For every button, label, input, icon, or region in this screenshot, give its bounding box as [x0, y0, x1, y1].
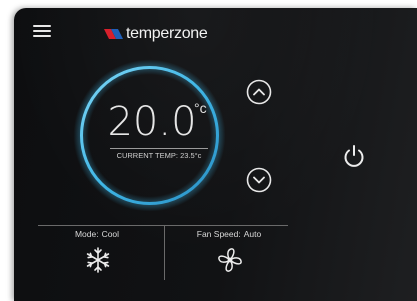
mode-label: Mode:	[74, 229, 99, 239]
current-temperature: CURRENT TEMP: 23.5°c	[98, 151, 220, 160]
chevron-down-icon	[246, 167, 272, 193]
temperature-unit: °c	[194, 100, 207, 116]
thermostat-device: temperzone 20.0 °c CURRENT TEMP: 23.5°c …	[0, 0, 417, 301]
temperzone-logo-mark	[104, 29, 123, 39]
chevron-up-icon	[246, 79, 272, 105]
increase-temperature-button[interactable]	[246, 79, 272, 105]
brand-name: temperzone	[126, 25, 208, 42]
fan-icon	[218, 248, 242, 272]
decrease-temperature-button[interactable]	[246, 167, 272, 193]
snowflake-icon	[86, 247, 110, 273]
current-temp-label: CURRENT TEMP:	[116, 151, 178, 160]
controls-divider	[38, 225, 288, 226]
fan-speed-label: Fan Speed:	[196, 229, 241, 239]
brand-logo: temperzone	[102, 24, 208, 44]
mode-value: Cool	[101, 229, 120, 239]
fan-speed-value: Auto	[243, 229, 262, 239]
mode-control[interactable]: Mode: Cool	[52, 229, 142, 281]
setpoint-temperature: 20.0	[107, 99, 197, 145]
hamburger-menu-icon[interactable]	[32, 22, 52, 40]
power-button[interactable]	[340, 142, 368, 170]
temperature-divider	[110, 148, 208, 149]
current-temp-value: 23.5°c	[180, 151, 202, 160]
controls-separator	[164, 226, 165, 280]
fan-speed-control[interactable]: Fan Speed: Auto	[184, 229, 274, 281]
power-icon	[344, 145, 364, 167]
